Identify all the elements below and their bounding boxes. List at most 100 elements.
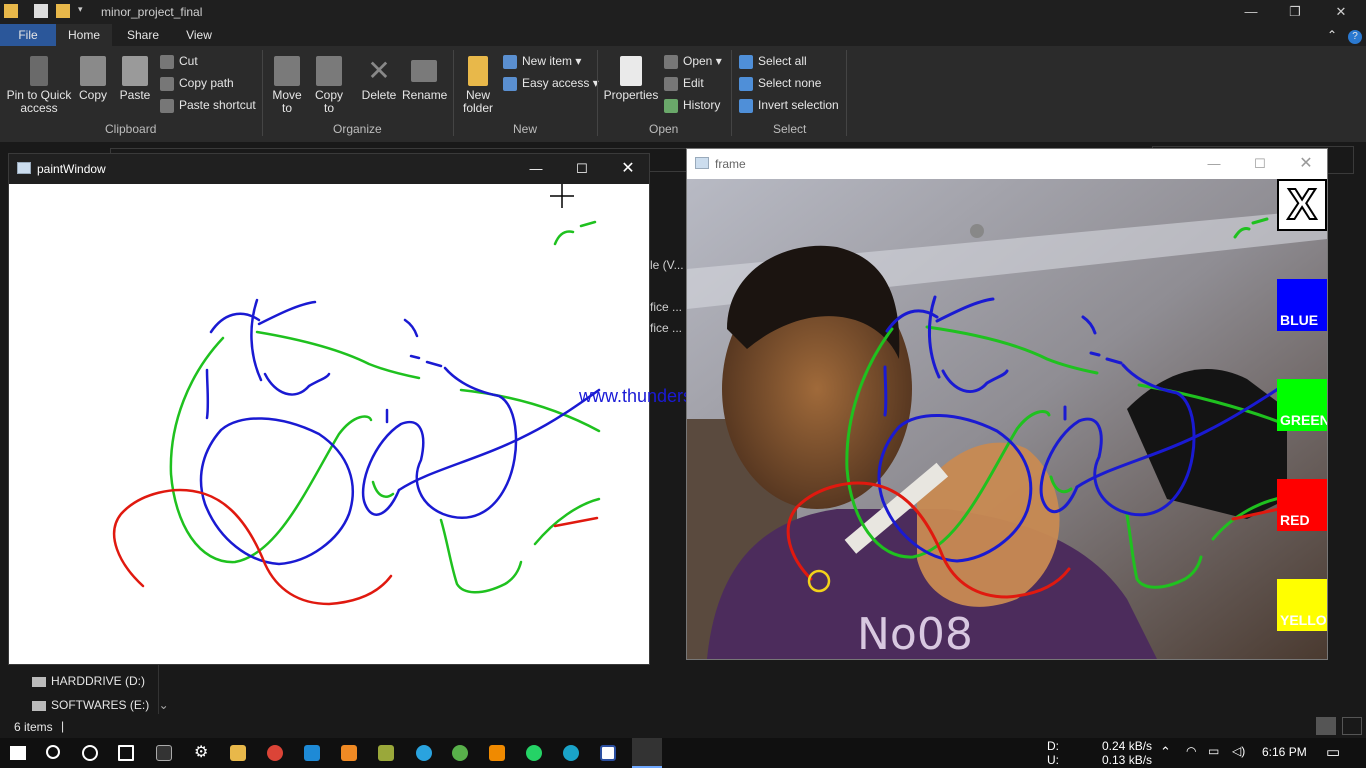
edit-button[interactable]: Edit [664, 74, 704, 92]
cut-label: Cut [179, 54, 198, 68]
close-button[interactable]: ✕ [1283, 149, 1329, 179]
move-to-label: Move to [272, 88, 302, 115]
select-none-button[interactable]: Select none [739, 74, 821, 92]
file-name-fragment[interactable]: fice ... [650, 321, 682, 335]
blue-color-button[interactable]: BLUE [1277, 279, 1327, 331]
new-item-button[interactable]: New item ▾ [503, 52, 581, 70]
paint-window[interactable]: paintWindow — ☐ ✕ www.thundershare.net [8, 153, 758, 665]
clear-label: X [1286, 180, 1317, 230]
properties-label: Properties [603, 88, 659, 102]
frame-window-titlebar[interactable]: frame — ☐ ✕ [687, 149, 1327, 179]
paste-button[interactable]: Paste [118, 56, 152, 102]
telegram-icon[interactable] [416, 745, 432, 761]
settings-gear-icon[interactable]: ⚙ [194, 745, 210, 761]
easy-access-button[interactable]: Easy access ▾ [503, 74, 599, 92]
nav-item-softwares[interactable]: SOFTWARES (E:) ⌄ [32, 698, 169, 712]
app-icon [17, 162, 31, 174]
new-item-label: New item [522, 54, 573, 68]
books-icon[interactable] [378, 745, 394, 761]
red-color-button[interactable]: RED [1277, 479, 1327, 531]
vscode-icon[interactable] [304, 745, 320, 761]
sublime-text-icon[interactable] [341, 745, 357, 761]
wifi-icon[interactable]: ◠ [1186, 744, 1196, 758]
clear-button[interactable]: X [1277, 179, 1327, 231]
delete-button[interactable]: ✕ Delete [358, 56, 400, 102]
tab-share[interactable]: Share [116, 24, 170, 46]
yellow-color-button[interactable]: YELLOW [1277, 579, 1327, 631]
tab-file[interactable]: File [0, 24, 56, 46]
copy-path-button[interactable]: Copy path [160, 74, 234, 92]
minimize-button[interactable]: — [1228, 2, 1274, 22]
paste-shortcut-button[interactable]: Paste shortcut [160, 96, 256, 114]
rename-button[interactable]: Rename [402, 56, 447, 102]
status-separator: | [61, 719, 65, 733]
new-folder-icon [468, 56, 488, 86]
clock[interactable]: 6:16 PM [1262, 745, 1307, 759]
webcam-feed[interactable]: No08 [687, 179, 1327, 659]
app-icon[interactable] [600, 745, 616, 761]
invert-selection-button[interactable]: Invert selection [739, 96, 839, 114]
cortana-icon[interactable] [82, 745, 98, 761]
tab-home[interactable]: Home [56, 24, 112, 46]
maximize-button[interactable]: ☐ [1237, 149, 1283, 179]
select-all-label: Select all [758, 54, 807, 68]
edge-icon[interactable] [563, 745, 579, 761]
details-view-icon[interactable] [1316, 717, 1336, 735]
new-folder-button[interactable]: New folder [458, 56, 498, 115]
show-hidden-icons-icon[interactable]: ⌃ [1160, 744, 1171, 760]
easy-access-label: Easy access [522, 76, 590, 90]
history-button[interactable]: History [664, 96, 720, 114]
maximize-button[interactable]: ☐ [559, 154, 605, 184]
properties-button[interactable]: Properties [603, 56, 659, 102]
battery-icon[interactable]: ▭ [1208, 744, 1219, 758]
file-name-fragment[interactable]: fice ... [650, 300, 682, 314]
nav-item-harddrive[interactable]: HARDDRIVE (D:) [32, 674, 145, 688]
ribbon: Pin to Quick access Copy Paste Cut Copy … [0, 46, 1366, 142]
paste-label: Paste [119, 88, 151, 102]
minimize-button[interactable]: — [513, 154, 559, 184]
pin-to-quick-access-button[interactable]: Pin to Quick access [4, 56, 74, 115]
new-folder-icon[interactable] [56, 4, 70, 18]
green-color-button[interactable]: GREEN [1277, 379, 1327, 431]
volume-icon[interactable]: ◁) [1232, 744, 1245, 758]
terminal-icon[interactable] [156, 745, 172, 761]
group-separator [262, 50, 263, 136]
restore-button[interactable]: ❐ [1272, 2, 1318, 22]
notifications-icon[interactable]: ▭ [1326, 743, 1340, 761]
chevron-down-icon[interactable]: ⌄ [159, 698, 169, 712]
python-app-icon[interactable] [632, 738, 662, 768]
whatsapp-icon[interactable] [526, 745, 542, 761]
drive-icon [32, 676, 46, 687]
close-button[interactable]: ✕ [1318, 2, 1364, 22]
copy-to-button[interactable]: Copy to [310, 56, 348, 115]
cut-button[interactable]: Cut [160, 52, 198, 70]
move-to-button[interactable]: Move to [268, 56, 306, 115]
nav-item-label: HARDDRIVE (D:) [51, 674, 146, 688]
large-icons-view-icon[interactable] [1342, 717, 1362, 735]
paint-window-titlebar[interactable]: paintWindow — ☐ ✕ [9, 154, 649, 184]
properties-icon[interactable] [34, 4, 48, 18]
close-button[interactable]: ✕ [605, 154, 651, 184]
utorrent-icon[interactable] [452, 745, 468, 761]
customize-quick-access-icon[interactable]: ▾ [78, 4, 86, 18]
paint-canvas[interactable] [9, 184, 649, 664]
open-button[interactable]: Open ▾ [664, 52, 722, 70]
select-all-button[interactable]: Select all [739, 52, 807, 70]
delete-icon: ✕ [367, 55, 391, 86]
collapse-ribbon-icon[interactable]: ⌃ [1322, 24, 1342, 46]
chrome-icon[interactable] [267, 745, 283, 761]
copy-button[interactable]: Copy [76, 56, 110, 102]
copy-label: Copy [78, 88, 107, 102]
help-icon[interactable]: ? [1346, 24, 1364, 46]
file-name-fragment[interactable]: le (V... [650, 258, 684, 272]
task-view-icon[interactable] [118, 745, 134, 761]
frame-window[interactable]: frame — ☐ ✕ No08 X BLUE GREEN RED YELLO [686, 148, 1328, 660]
minimize-button[interactable]: — [1191, 149, 1237, 179]
windows-start-icon[interactable] [10, 746, 26, 760]
copy-icon [80, 56, 106, 86]
vlc-icon[interactable] [489, 745, 505, 761]
tab-view[interactable]: View [172, 24, 226, 46]
search-icon[interactable] [46, 745, 60, 759]
file-explorer-icon[interactable] [230, 745, 246, 761]
copy-to-icon [316, 56, 342, 86]
